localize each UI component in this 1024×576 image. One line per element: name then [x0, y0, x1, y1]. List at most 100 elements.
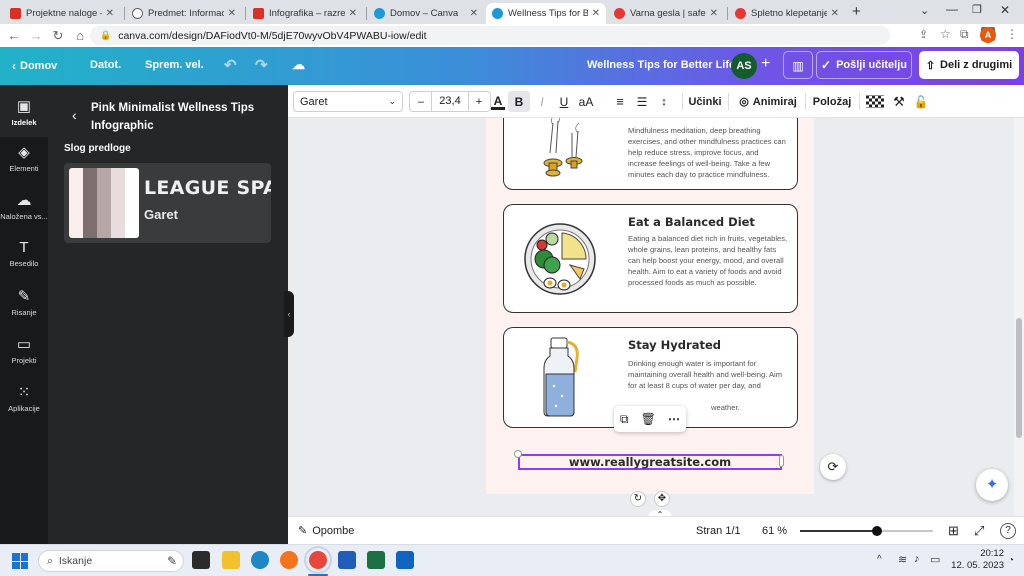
browser-tab[interactable]: Predmet: Informacijsk ✕ [126, 3, 242, 24]
effects-button[interactable]: Učinki [688, 91, 722, 112]
selected-text-box[interactable]: www.reallygreatsite.com [518, 454, 782, 470]
rail-item-projects[interactable]: ▭ Projekti [0, 335, 48, 365]
rotate-icon[interactable]: ↻ [630, 491, 646, 507]
edge-icon[interactable] [251, 551, 269, 569]
grid-view-icon[interactable]: ⊞ [948, 523, 959, 539]
tip-card-mindfulness[interactable]: Mindfulness meditation, deep breathing e… [503, 118, 798, 190]
task-view-icon[interactable] [192, 551, 210, 569]
extensions-icon[interactable]: ⧉ [960, 27, 969, 42]
url-field[interactable]: 🔒 canva.com/design/DAFiodVt0-M/5djE70wyv… [90, 26, 890, 45]
move-icon[interactable]: ✥ [654, 491, 670, 507]
animate-button[interactable]: ◎ Animiraj [738, 91, 798, 112]
close-window-icon[interactable]: ✕ [1000, 3, 1010, 17]
bookmark-star-icon[interactable]: ☆ [940, 27, 951, 41]
browser-tab[interactable]: Spletno klepetanje | s ✕ [729, 3, 845, 24]
battery-icon[interactable]: ▭ [930, 553, 940, 566]
user-avatar[interactable]: AS [731, 53, 757, 79]
outlook-icon[interactable] [396, 551, 414, 569]
bold-button[interactable]: B [508, 91, 530, 112]
tip-card-diet[interactable]: Eat a Balanced Diet Eating a balanced di… [503, 204, 798, 313]
close-tab-icon[interactable]: ✕ [349, 8, 357, 19]
new-tab-button[interactable]: + [852, 3, 861, 20]
browser-tab-active[interactable]: Wellness Tips for Bette ✕ [486, 3, 606, 24]
browser-tab[interactable]: Varna gesla | safe.si ✕ [608, 3, 724, 24]
italic-button[interactable]: I [532, 91, 552, 112]
transparency-icon[interactable] [866, 95, 884, 108]
reload-icon[interactable]: ↻ [48, 28, 68, 44]
close-tab-icon[interactable]: ✕ [831, 8, 839, 19]
close-tab-icon[interactable]: ✕ [106, 8, 114, 19]
browser-tab[interactable]: Infografika – razrednic ✕ [247, 3, 363, 24]
resize-handle[interactable] [779, 455, 784, 467]
browser-tab[interactable]: Domov – Canva ✕ [368, 3, 484, 24]
font-family-select[interactable]: Garet ⌄ [293, 91, 403, 112]
zoom-slider[interactable] [800, 526, 933, 536]
close-tab-icon[interactable]: ✕ [228, 8, 236, 19]
file-explorer-icon[interactable] [222, 551, 240, 569]
volume-icon[interactable]: ♪ [914, 553, 920, 565]
refresh-icon[interactable]: ⟳ [820, 454, 846, 480]
paint-format-icon[interactable]: ⚒ [890, 91, 908, 112]
home-icon[interactable]: ⌂ [70, 28, 90, 43]
notes-button[interactable]: ✎ Opombe [298, 524, 354, 538]
font-size-stepper[interactable]: – 23,4 + [409, 91, 491, 112]
restore-icon[interactable]: ❐ [972, 3, 982, 16]
position-button[interactable]: Položaj [813, 91, 852, 112]
windows-start-icon[interactable] [12, 553, 28, 569]
zoom-slider-knob[interactable] [872, 526, 882, 536]
rail-item-apps[interactable]: ⁙ Aplikacije [0, 383, 48, 413]
decrease-size-button[interactable]: – [411, 96, 431, 108]
editor-canvas[interactable]: Mindfulness meditation, deep breathing e… [296, 118, 1024, 516]
text-case-button[interactable]: aA [575, 91, 597, 112]
word-icon[interactable] [338, 551, 356, 569]
resize-button[interactable]: Sprem. vel. [145, 59, 204, 71]
insights-icon[interactable]: ▥ [783, 51, 813, 79]
taskbar-search-box[interactable]: ⌕ Iskanje ✎ [38, 550, 184, 572]
close-tab-icon[interactable]: ✕ [592, 8, 600, 19]
profile-avatar[interactable]: A [980, 27, 996, 43]
help-icon[interactable]: ? [1000, 523, 1016, 539]
minimize-icon[interactable]: — [946, 2, 958, 16]
spacing-icon[interactable]: ↕ [654, 91, 674, 112]
send-to-teacher-button[interactable]: ✓ Pošlji učitelju [816, 51, 912, 79]
notification-icon[interactable]: ◔ [1008, 555, 1014, 566]
file-menu-button[interactable]: Datot. [90, 59, 121, 71]
fullscreen-icon[interactable]: ⤢ [974, 523, 984, 539]
cloud-saved-icon[interactable]: ☁ [292, 57, 305, 73]
design-page[interactable]: Mindfulness meditation, deep breathing e… [486, 118, 814, 494]
close-tab-icon[interactable]: ✕ [710, 8, 718, 19]
scrollbar-thumb[interactable] [1016, 318, 1022, 438]
align-center-icon[interactable]: ≡ [610, 91, 630, 112]
underline-button[interactable]: U [554, 91, 574, 112]
add-collaborator-button[interactable]: + [761, 55, 770, 73]
clock[interactable]: 20:12 12. 05. 2023 [944, 548, 1004, 572]
website-text[interactable]: www.reallygreatsite.com [569, 455, 731, 469]
tray-chevron-icon[interactable]: ^ [877, 554, 882, 565]
firefox-icon[interactable] [280, 551, 298, 569]
font-size-input[interactable]: 23,4 [431, 92, 469, 111]
share-button[interactable]: ⇧ Deli z drugimi [919, 51, 1019, 79]
more-options-icon[interactable]: ⋯ [668, 412, 680, 426]
lock-element-icon[interactable]: 🔓 [912, 91, 930, 112]
page-indicator[interactable]: Stran 1/1 [696, 525, 741, 537]
share-page-icon[interactable]: ⇪ [919, 28, 928, 41]
browser-menu-icon[interactable]: ⋮ [1006, 27, 1018, 41]
back-arrow-icon[interactable]: ‹ [72, 107, 77, 123]
template-style-card[interactable]: LEAGUE SPAR Garet [64, 163, 271, 243]
excel-icon[interactable] [367, 551, 385, 569]
browser-tab[interactable]: Projektne naloge – ra ✕ [4, 3, 120, 24]
increase-size-button[interactable]: + [469, 96, 489, 108]
rail-item-text[interactable]: T Besedilo [0, 239, 48, 268]
wifi-icon[interactable]: ≋ [898, 553, 907, 566]
collapse-panel-handle[interactable]: ‹ [284, 291, 294, 337]
chrome-icon[interactable] [309, 551, 327, 569]
zoom-value[interactable]: 61 % [762, 525, 787, 537]
text-color-button[interactable]: A [488, 91, 508, 112]
rail-item-elements[interactable]: ◈ Elementi [0, 143, 48, 173]
magic-assistant-icon[interactable]: ✦ [976, 469, 1008, 501]
undo-icon[interactable]: ↶ [224, 56, 237, 74]
bullet-list-icon[interactable]: ☰ [632, 91, 652, 112]
redo-icon[interactable]: ↷ [255, 56, 268, 74]
resize-handle[interactable] [514, 450, 522, 458]
rail-item-draw[interactable]: ✎ Risanje [0, 287, 48, 317]
